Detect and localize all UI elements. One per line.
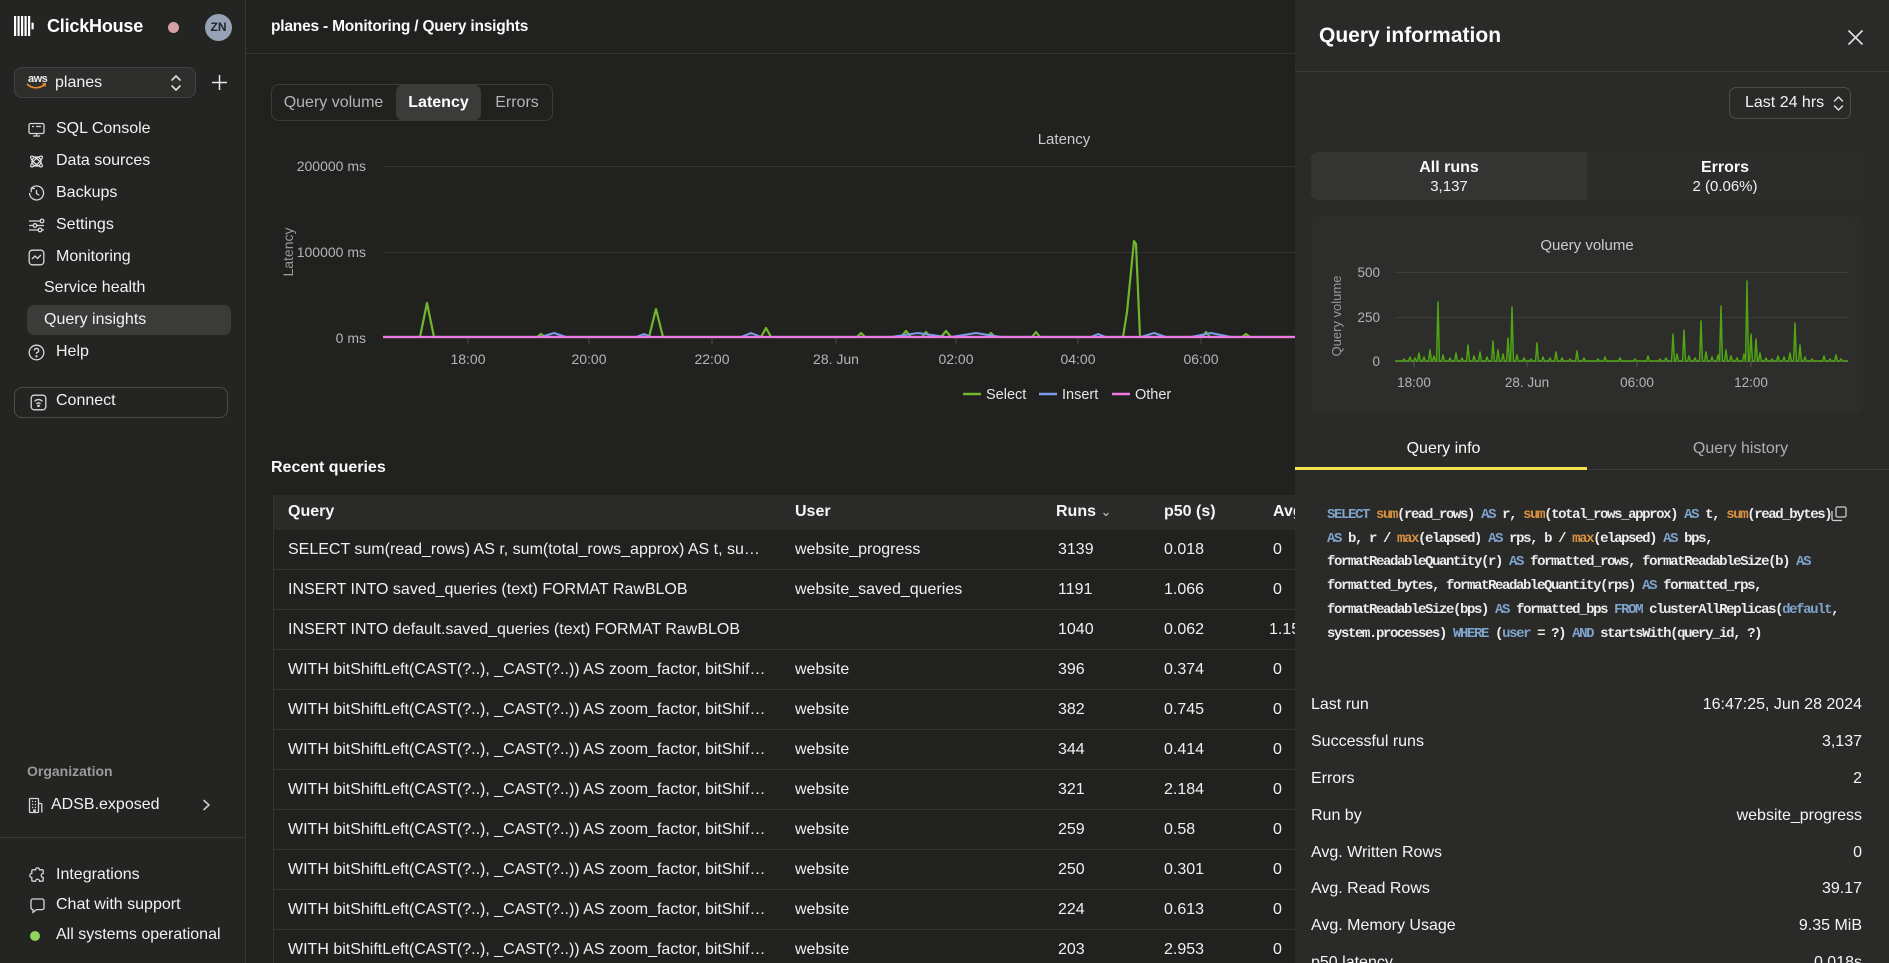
svg-text:04:00: 04:00 [1060, 351, 1095, 367]
svg-text:12:00: 12:00 [1734, 375, 1768, 390]
svg-text:100000 ms: 100000 ms [297, 244, 366, 260]
svg-text:Insert: Insert [1062, 387, 1098, 403]
svg-text:02:00: 02:00 [938, 351, 973, 367]
svg-text:250: 250 [1357, 310, 1380, 325]
svg-text:Latency: Latency [280, 227, 296, 276]
svg-text:18:00: 18:00 [1397, 375, 1431, 390]
svg-text:Latency: Latency [1038, 131, 1091, 148]
svg-text:0: 0 [1372, 354, 1380, 369]
svg-text:200000 ms: 200000 ms [297, 158, 366, 174]
svg-text:500: 500 [1357, 265, 1380, 280]
svg-text:22:00: 22:00 [694, 351, 729, 367]
svg-text:20:00: 20:00 [571, 351, 606, 367]
svg-text:18:00: 18:00 [450, 351, 485, 367]
svg-text:Select: Select [986, 387, 1026, 403]
svg-text:Query volume: Query volume [1540, 237, 1633, 254]
svg-text:Query volume: Query volume [1329, 276, 1344, 357]
svg-text:28. Jun: 28. Jun [1505, 375, 1549, 390]
svg-text:0 ms: 0 ms [336, 330, 366, 346]
svg-text:06:00: 06:00 [1183, 351, 1218, 367]
svg-text:06:00: 06:00 [1620, 375, 1654, 390]
svg-text:28. Jun: 28. Jun [813, 351, 859, 367]
svg-text:Other: Other [1135, 387, 1171, 403]
